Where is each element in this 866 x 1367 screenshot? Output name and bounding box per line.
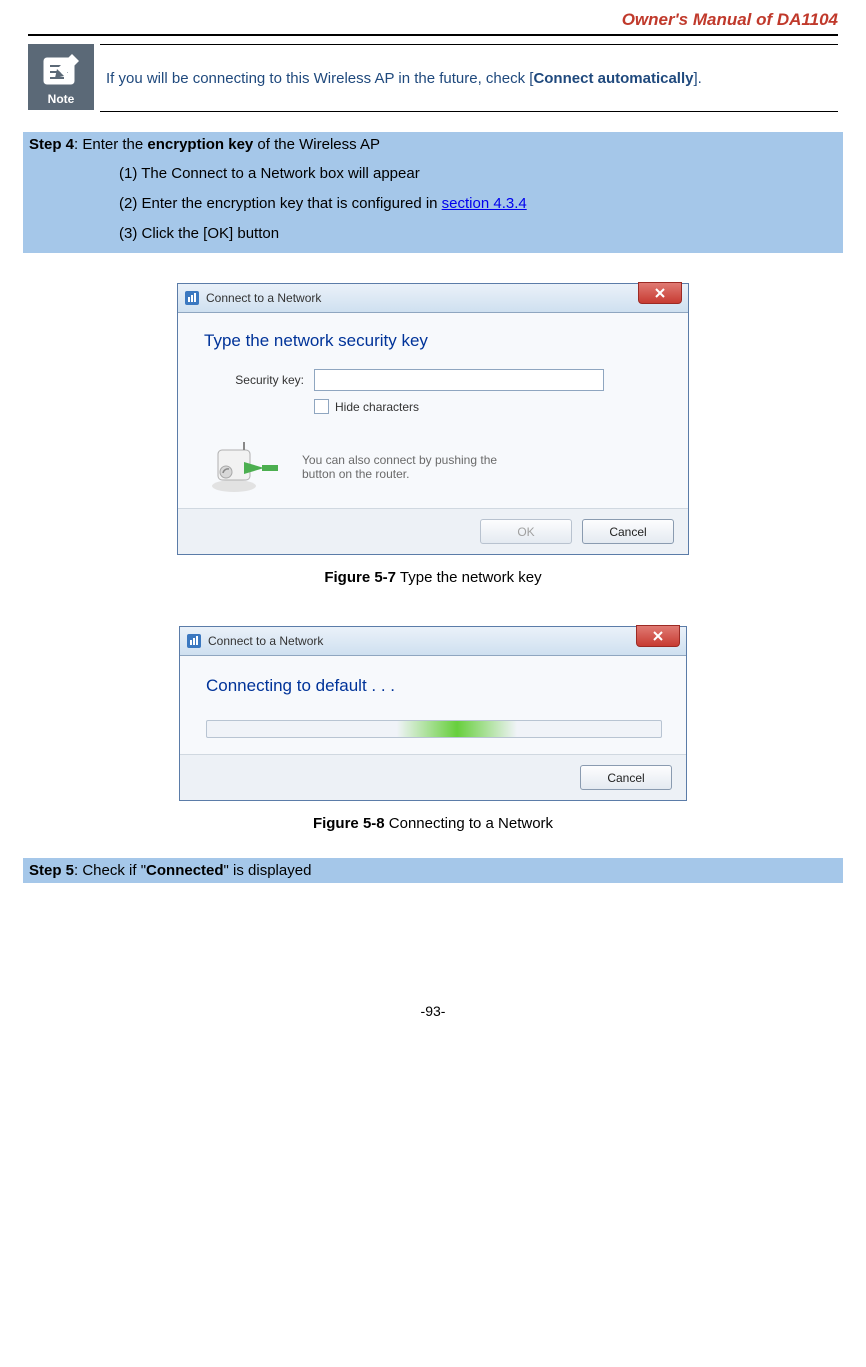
connecting-dialog: Connect to a Network Connecting to defau… (179, 626, 687, 801)
wps-hint-line2: button on the router. (302, 467, 497, 481)
step4-item-3: (3) Click the [OK] button (119, 219, 837, 249)
fig1-bold: Figure 5-7 (324, 569, 396, 586)
ok-button[interactable]: OK (480, 519, 572, 544)
header-rule (28, 34, 838, 36)
running-header: Owner's Manual of DA1104 (28, 10, 838, 34)
dialog1-titlebar: Connect to a Network (178, 284, 688, 313)
page-number: -93- (28, 1003, 838, 1019)
fig2-rest: Connecting to a Network (385, 815, 553, 832)
cancel-button[interactable]: Cancel (580, 765, 672, 790)
step4-rest2: of the Wireless AP (253, 136, 380, 153)
dialog2-titlebar: Connect to a Network (180, 627, 686, 656)
progress-bar (206, 720, 662, 738)
dialog1-title: Connect to a Network (206, 291, 321, 305)
cancel-button[interactable]: Cancel (582, 519, 674, 544)
step4-block: Step 4: Enter the encryption key of the … (23, 132, 843, 253)
note-block: Note If you will be connecting to this W… (28, 44, 838, 112)
note-text-suffix: ]. (693, 70, 701, 87)
step5-label: Step 5 (29, 862, 74, 879)
wps-hint-line1: You can also connect by pushing the (302, 453, 497, 467)
wps-hint-text: You can also connect by pushing the butt… (302, 453, 497, 481)
step5-rest2: " is displayed (224, 862, 312, 879)
step4-item-2-text: (2) Enter the encryption key that is con… (119, 195, 442, 212)
close-icon (655, 288, 665, 298)
router-illustration (204, 440, 282, 494)
step4-item-2: (2) Enter the encryption key that is con… (119, 189, 837, 219)
note-icon: Note (28, 44, 94, 110)
note-text-prefix: If you will be connecting to this Wirele… (106, 70, 533, 87)
close-button[interactable] (636, 625, 680, 647)
step4-bold2: encryption key (147, 136, 253, 153)
step5-bold2: Connected (146, 862, 224, 879)
dialog1-heading: Type the network security key (204, 331, 662, 351)
section-link[interactable]: section 4.3.4 (442, 195, 527, 212)
step4-item-1: (1) The Connect to a Network box will ap… (119, 159, 837, 189)
progress-indicator (397, 721, 517, 737)
hide-characters-row[interactable]: Hide characters (314, 399, 662, 414)
step4-title: Step 4: Enter the encryption key of the … (29, 136, 837, 153)
window-icon (186, 633, 202, 649)
step4-rest1: : Enter the (74, 136, 147, 153)
window-icon (184, 290, 200, 306)
note-text-bold: Connect automatically (533, 70, 693, 87)
fig1-rest: Type the network key (396, 569, 542, 586)
close-button[interactable] (638, 282, 682, 304)
figure-5-7-caption: Figure 5-7 Type the network key (28, 569, 838, 586)
dialog2-title: Connect to a Network (208, 634, 323, 648)
step4-label: Step 4 (29, 136, 74, 153)
hide-characters-label: Hide characters (335, 400, 419, 414)
hide-characters-checkbox[interactable] (314, 399, 329, 414)
figure-5-8-caption: Figure 5-8 Connecting to a Network (28, 815, 838, 832)
security-key-label: Security key: (204, 373, 304, 387)
close-icon (653, 631, 663, 641)
security-key-input[interactable] (314, 369, 604, 391)
note-label: Note (48, 92, 75, 106)
step5-block: Step 5: Check if "Connected" is displaye… (23, 858, 843, 883)
dialog2-heading: Connecting to default . . . (180, 656, 686, 696)
connect-network-dialog: Connect to a Network Type the network se… (177, 283, 689, 555)
note-pencil-icon (38, 50, 84, 90)
step5-title: Step 5: Check if "Connected" is displaye… (29, 862, 837, 879)
step5-rest1: : Check if " (74, 862, 146, 879)
note-text: If you will be connecting to this Wirele… (100, 44, 838, 112)
fig2-bold: Figure 5-8 (313, 815, 385, 832)
